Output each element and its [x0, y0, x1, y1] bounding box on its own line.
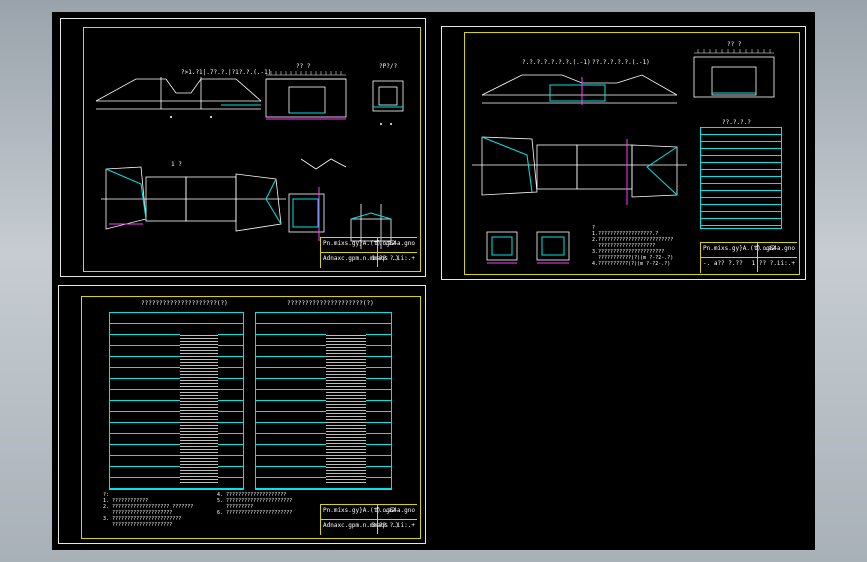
notes-right: 4. ???????????????????? 5. ?????????????…	[217, 492, 293, 516]
page-number: 1 ?? ?.ii:.+	[371, 255, 415, 262]
elevation-left-label: ?.?.?.?.?.?.?.(.-1)	[522, 59, 591, 66]
sheet-top-right[interactable]: ??.?.?.? ?.?.?.?.?.?.?.(.-1) ??.?.?.?.?.…	[441, 26, 806, 280]
sheet-bottom-left[interactable]: ?????????????????????(?) ???????????????…	[58, 285, 426, 544]
notes-left: ?: 1. ???????????? 2. ??????????????????…	[103, 492, 194, 528]
drawing-code: f.ogS4a.gno	[755, 245, 795, 252]
sheet-top-left[interactable]: ?>1.?1|.7?.?.|?1?.?.(.-1) ?? ? ?P?/? 1 ?…	[60, 18, 426, 277]
drawing-notes: ? 1.??????????????????.? 2.?????????????…	[592, 225, 674, 267]
quantity-table	[700, 127, 782, 229]
page-number: 3 ?? ?.ii:.+	[371, 522, 415, 529]
schedule-table-left	[109, 312, 244, 490]
elevation-left-label: ?>1.?1|.7?.?.|?1?.?.(.-1)	[181, 69, 272, 76]
plan-label: 1 ?	[171, 161, 182, 168]
page-number: 1 ?? ?.ii:.+	[751, 260, 795, 267]
table-left-text-column	[180, 333, 218, 483]
table-right-title: ?????????????????????(?)	[287, 300, 374, 307]
table-left-title: ?????????????????????(?)	[141, 300, 228, 307]
drawing-subname: -. a?? ?.??	[703, 260, 743, 267]
elevation-right-label: ?P?/?	[379, 63, 398, 70]
drawing-code: f.ogS4a.gno	[375, 240, 415, 247]
elevation-right-label: ??.?.?.?.?.(.-1)	[592, 59, 650, 66]
quantity-table-title: ??.?.?.?	[722, 119, 751, 126]
title-block: Pn.mixs.gy}A.(t) .a2 f.ogS4a.gno Adnaxc.…	[320, 237, 417, 268]
title-block: Pn.mixs.gy}A.(t) .a2 f.ogS4a.gno -. a?? …	[700, 242, 797, 273]
model-space-viewport[interactable]: ?>1.?1|.7?.?.|?1?.?.(.-1) ?? ? ?P?/? 1 ?…	[52, 12, 815, 550]
table-right-text-column	[326, 333, 366, 483]
elevation-mid-label: ?? ?	[296, 63, 311, 70]
section-label: ?? ?	[727, 41, 742, 48]
title-block: Pn.mixs.gy}A.(t) .a2 f.ogS4a.gno Adnaxc.…	[320, 504, 417, 535]
drawing-code: f.ogS4a.gno	[375, 507, 415, 514]
schedule-table-right	[255, 312, 392, 490]
